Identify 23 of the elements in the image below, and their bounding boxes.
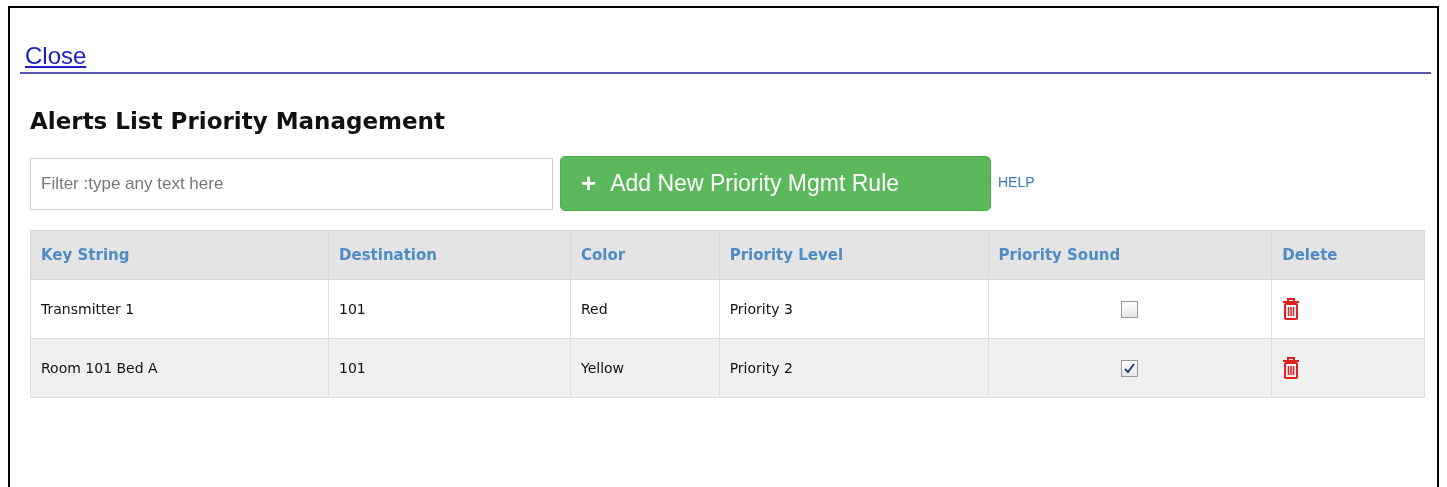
column-header: Priority Sound [988, 230, 1272, 280]
column-header: Destination [328, 230, 571, 280]
checkbox[interactable] [1121, 359, 1139, 377]
table-cell: 101 [328, 279, 571, 339]
checkbox[interactable] [1121, 300, 1139, 318]
table-cell: Priority 2 [719, 338, 988, 398]
table-cell: Priority 3 [719, 279, 988, 339]
table-cell: Room 101 Bed A [30, 338, 329, 398]
table-cell: 101 [328, 338, 571, 398]
table-cell: Yellow [570, 338, 720, 398]
trash-icon[interactable] [1282, 357, 1301, 379]
column-header: Delete [1271, 230, 1425, 280]
filter-field[interactable]: Filter :type any text here [30, 157, 553, 210]
help-link[interactable]: HELP [998, 174, 1035, 190]
close-link[interactable]: Close [25, 42, 87, 70]
add-rule-button[interactable]: + Add New Priority Mgmt Rule [560, 156, 991, 211]
page-title: Alerts List Priority Management [30, 108, 446, 134]
column-header: Color [570, 230, 720, 280]
column-header: Key String [30, 230, 329, 280]
column-header: Priority Level [719, 230, 988, 280]
trash-icon[interactable] [1282, 298, 1301, 320]
table-cell: Red [570, 279, 720, 339]
table-cell: Transmitter 1 [30, 279, 329, 339]
